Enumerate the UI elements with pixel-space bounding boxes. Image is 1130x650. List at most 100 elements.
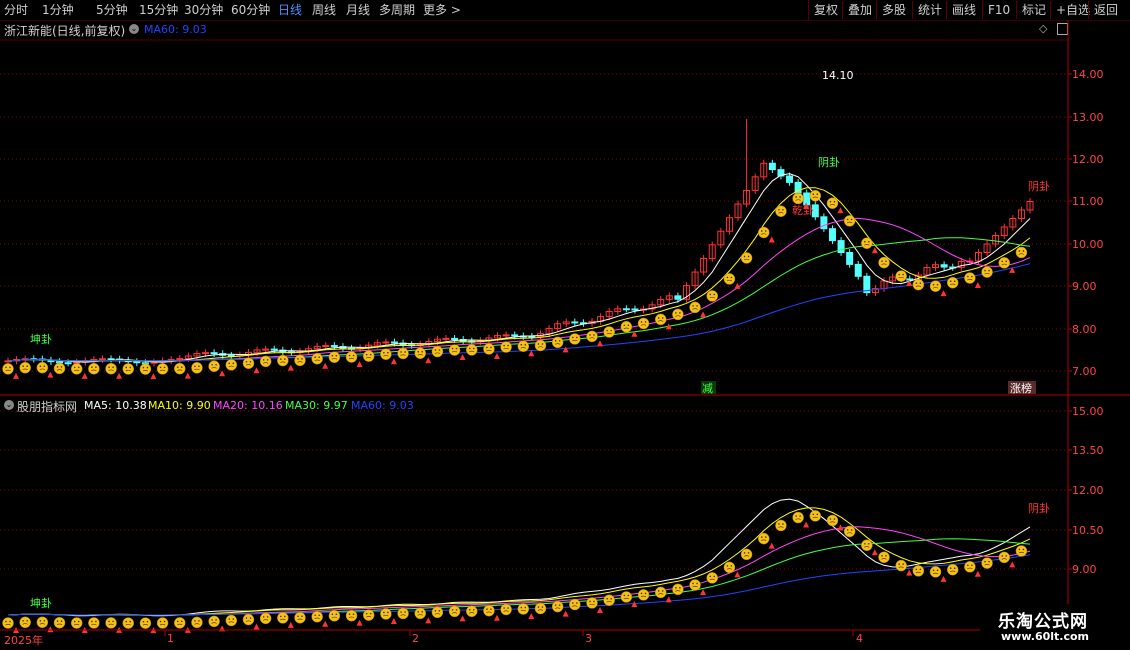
signal-face-eye (898, 273, 900, 276)
date-tick-mar: 3 (585, 632, 592, 645)
signal-face-eye (73, 366, 76, 369)
sub-tick-15: 15.00 (1072, 405, 1104, 418)
kline-chart-surface[interactable]: 14.10 减 涨榜 坤卦 坤卦 阴卦 阴卦 乾卦 阴卦 (0, 0, 1130, 650)
signal-face-eye (249, 617, 252, 619)
signal-face-eye (675, 587, 677, 589)
signal-face-eye (108, 366, 110, 368)
signal-face-icon (620, 591, 633, 603)
qian-up-arrow-icon (974, 282, 981, 289)
ma10-line-sub (7, 507, 1031, 616)
signal-face-eye (743, 255, 746, 258)
signal-face-eye (949, 280, 952, 283)
kline-body (846, 252, 854, 265)
signal-face-eye (266, 359, 269, 361)
signal-face-eye (39, 365, 42, 367)
signal-face-icon (912, 278, 925, 291)
signal-face-eye (455, 347, 458, 350)
signal-face-eye (782, 523, 784, 525)
signal-face-eye (692, 305, 694, 307)
signal-face-eye (778, 208, 780, 211)
kline-body (571, 321, 579, 324)
signal-face-eye (455, 609, 458, 611)
signal-face-icon (1015, 246, 1028, 259)
signal-face-icon (345, 351, 358, 363)
signal-face-icon (895, 559, 907, 572)
signal-face-icon (414, 607, 426, 620)
signal-face-eye (331, 354, 334, 357)
signal-face-eye (9, 620, 11, 623)
signal-face-eye (73, 620, 76, 623)
signal-face-eye (434, 349, 437, 351)
signal-face-eye (1005, 555, 1008, 557)
signal-face-eye (661, 317, 664, 319)
signal-face-eye (932, 569, 935, 572)
signal-face-icon (723, 561, 736, 574)
zhangbang-mark: 涨榜 (1010, 381, 1032, 395)
signal-face-icon (861, 237, 873, 249)
qian-up-arrow-icon (425, 617, 432, 624)
signal-face-eye (163, 620, 166, 623)
signal-face-eye (421, 611, 424, 613)
signal-face-eye (541, 343, 544, 345)
price-tick-7: 7.00 (1072, 365, 1097, 378)
signal-face-icon (294, 354, 306, 367)
signal-face-icon (208, 360, 220, 372)
signal-layer (2, 189, 1028, 634)
signal-face-eye (885, 554, 887, 557)
kline-body (270, 348, 278, 351)
signal-face-eye (554, 604, 557, 606)
signal-face-eye (868, 542, 870, 545)
signal-face-icon (139, 363, 152, 375)
signal-face-eye (675, 312, 677, 314)
signal-face-eye (318, 614, 320, 617)
signal-face-eye (644, 321, 647, 323)
signal-face-eye (936, 569, 939, 572)
signal-face-eye (387, 351, 389, 354)
kline-body (828, 228, 836, 242)
kline-body (511, 334, 519, 337)
qian-up-arrow-icon (459, 615, 466, 622)
signal-face-icon (19, 616, 31, 629)
signal-face-eye (417, 611, 420, 613)
signal-face-eye (696, 305, 698, 307)
signal-face-icon (689, 579, 701, 591)
qian-up-arrow-icon (597, 606, 603, 613)
signal-face-icon (843, 215, 856, 227)
qian-signal-label-peak: 乾卦 (792, 203, 814, 217)
signal-face-icon (70, 617, 83, 629)
signal-face-icon (191, 616, 203, 629)
signal-face-eye (692, 582, 694, 585)
signal-face-icon (534, 602, 547, 615)
signal-face-eye (726, 565, 729, 567)
signal-face-icon (912, 565, 925, 577)
ma5-line-main (7, 173, 1031, 363)
signal-face-eye (249, 360, 252, 363)
signal-face-eye (318, 356, 320, 359)
yin-signal-label-peak: 阴卦 (818, 155, 840, 169)
signal-face-eye (180, 366, 183, 368)
signal-face-eye (434, 610, 437, 612)
qian-up-arrow-icon (871, 247, 878, 254)
signal-face-eye (558, 340, 561, 342)
signal-face-icon (861, 539, 873, 552)
kline-body (176, 358, 184, 361)
signal-face-icon (380, 608, 392, 620)
date-tick-feb: 2 (412, 632, 419, 645)
qian-up-arrow-icon (562, 610, 569, 617)
kun-signal-label-sub: 坤卦 (30, 596, 52, 610)
signal-face-eye (640, 321, 643, 323)
signal-face-eye (176, 366, 179, 368)
signal-face-eye (421, 350, 424, 353)
signal-face-icon (259, 612, 272, 625)
signal-face-eye (537, 606, 540, 608)
signal-face-eye (730, 276, 733, 279)
signal-face-icon (191, 362, 203, 374)
signal-face-icon (1015, 545, 1028, 557)
signal-face-eye (558, 604, 561, 606)
signal-face-eye (91, 366, 93, 369)
signal-face-eye (1001, 260, 1004, 263)
signal-face-eye (262, 359, 265, 361)
signal-face-eye (829, 200, 832, 203)
signal-face-eye (764, 230, 767, 232)
qian-up-arrow-icon (356, 361, 363, 368)
